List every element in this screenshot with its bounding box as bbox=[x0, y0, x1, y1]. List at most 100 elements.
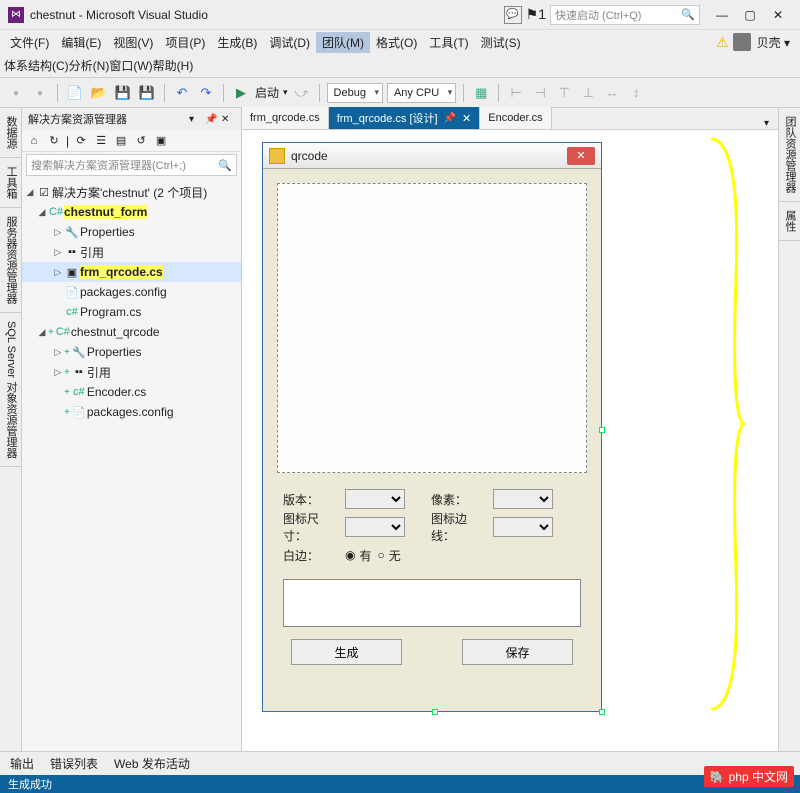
menu-window[interactable]: 窗口(W) bbox=[109, 57, 152, 74]
user-avatar-icon[interactable] bbox=[733, 33, 751, 51]
tree-packages-config-2[interactable]: +📄packages.config bbox=[22, 402, 241, 422]
collapse-icon[interactable]: ↻ bbox=[46, 133, 62, 149]
right-tab-properties[interactable]: 属性 bbox=[779, 202, 800, 241]
pin-icon[interactable]: 📌 bbox=[444, 113, 456, 124]
combo-iconsize[interactable] bbox=[345, 517, 405, 537]
config-dropdown[interactable]: Debug bbox=[327, 83, 383, 103]
resize-handle-right[interactable] bbox=[599, 427, 605, 433]
textbox-input[interactable] bbox=[283, 579, 581, 627]
bottom-tab-row: 输出 错误列表 Web 发布活动 bbox=[0, 751, 800, 775]
tab-frm-qrcode-design[interactable]: frm_qrcode.cs [设计]📌✕ bbox=[329, 107, 481, 129]
left-tab-datasource[interactable]: 数据源 bbox=[0, 108, 21, 158]
align-left-icon: ⊢ bbox=[506, 83, 526, 103]
left-tab-toolbox[interactable]: 工具箱 bbox=[0, 158, 21, 208]
solution-node[interactable]: ◢☑解决方案'chestnut' (2 个项目) bbox=[22, 182, 241, 202]
notification-icon[interactable]: 💬 bbox=[504, 6, 522, 24]
minimize-button[interactable]: — bbox=[708, 5, 736, 25]
tab-frm-qrcode-cs[interactable]: frm_qrcode.cs bbox=[242, 107, 329, 129]
combo-pixel[interactable] bbox=[493, 489, 553, 509]
resize-handle-bottom[interactable] bbox=[432, 709, 438, 715]
radio-no[interactable]: ○无 bbox=[378, 547, 401, 564]
menu-test[interactable]: 测试(S) bbox=[475, 32, 527, 53]
tree-packages-config-1[interactable]: 📄packages.config bbox=[22, 282, 241, 302]
layout-button[interactable]: ▦ bbox=[471, 83, 491, 103]
bottom-tab-errorlist[interactable]: 错误列表 bbox=[50, 755, 98, 772]
tree-references[interactable]: ▷▪▪引用 bbox=[22, 242, 241, 262]
combo-iconborder[interactable] bbox=[493, 517, 553, 537]
show-all-icon[interactable]: ☰ bbox=[93, 133, 109, 149]
left-tab-server-explorer[interactable]: 服务器资源管理器 bbox=[0, 208, 21, 313]
maximize-button[interactable]: ▢ bbox=[736, 5, 764, 25]
tab-encoder-cs[interactable]: Encoder.cs bbox=[480, 107, 551, 129]
nav-back-button[interactable]: ◦ bbox=[6, 83, 26, 103]
start-debug-button[interactable]: ▶ 启动 ▾ bbox=[231, 83, 288, 103]
project-chestnut-form[interactable]: ◢C#chestnut_form bbox=[22, 202, 241, 222]
pin-icon[interactable]: 📌 bbox=[205, 114, 219, 125]
menu-edit[interactable]: 编辑(E) bbox=[55, 32, 107, 53]
tree-references-2[interactable]: ▷+▪▪引用 bbox=[22, 362, 241, 382]
close-tab-icon[interactable]: ✕ bbox=[462, 112, 471, 125]
align-center-icon: ⊣ bbox=[530, 83, 550, 103]
panel-close-icon[interactable]: ✕ bbox=[221, 114, 235, 125]
flag-count: 1 bbox=[538, 6, 546, 22]
open-file-button[interactable]: 📂 bbox=[89, 83, 109, 103]
annotation-brace bbox=[706, 134, 746, 714]
right-tab-team-explorer[interactable]: 团队资源管理器 bbox=[779, 108, 800, 202]
menu-view[interactable]: 视图(V) bbox=[107, 32, 159, 53]
panel-options-icon[interactable]: ▾ bbox=[189, 114, 203, 125]
home-icon[interactable]: ⌂ bbox=[26, 133, 42, 149]
tree-encoder-cs[interactable]: +c#Encoder.cs bbox=[22, 382, 241, 402]
menu-build[interactable]: 生成(B) bbox=[211, 32, 263, 53]
launch-label: 启动 bbox=[255, 84, 279, 101]
tree-properties[interactable]: ▷🔧Properties bbox=[22, 222, 241, 242]
menu-tools[interactable]: 工具(T) bbox=[423, 32, 474, 53]
bottom-tab-webpublish[interactable]: Web 发布活动 bbox=[114, 755, 190, 772]
close-button[interactable]: ✕ bbox=[764, 5, 792, 25]
menu-debug[interactable]: 调试(D) bbox=[263, 32, 316, 53]
flag-icon[interactable]: ⚑1 bbox=[526, 6, 546, 23]
new-project-button[interactable]: 📄 bbox=[65, 83, 85, 103]
undo-button[interactable]: ↶ bbox=[172, 83, 192, 103]
nav-fwd-button[interactable]: ◦ bbox=[30, 83, 50, 103]
tree-properties-2[interactable]: ▷+🔧Properties bbox=[22, 342, 241, 362]
menu-architecture[interactable]: 体系结构(C) bbox=[4, 57, 69, 74]
resize-handle-corner[interactable] bbox=[599, 709, 605, 715]
properties-icon[interactable]: ▤ bbox=[113, 133, 129, 149]
form-designer-surface[interactable]: qrcode ✕ 版本： 像素： 图标尺寸： bbox=[242, 130, 778, 751]
menu-help[interactable]: 帮助(H) bbox=[153, 57, 194, 74]
menu-analyze[interactable]: 分析(N) bbox=[69, 57, 110, 74]
menu-file[interactable]: 文件(F) bbox=[4, 32, 55, 53]
menu-format[interactable]: 格式(O) bbox=[370, 32, 423, 53]
quick-launch-input[interactable]: 快速启动 (Ctrl+Q) 🔍 bbox=[550, 5, 700, 25]
tree-frm-qrcode[interactable]: ▷▣frm_qrcode.cs bbox=[22, 262, 241, 282]
sync-icon[interactable]: ⟳ bbox=[73, 133, 89, 149]
left-gutter: 数据源 工具箱 服务器资源管理器 SQL Server 对象资源管理器 bbox=[0, 108, 22, 751]
menu-team[interactable]: 团队(M) bbox=[316, 32, 370, 53]
user-menu[interactable]: 贝壳 ▾ bbox=[751, 32, 796, 53]
radio-yes[interactable]: ◉有 bbox=[345, 547, 372, 564]
warning-icon[interactable]: ⚠ bbox=[716, 34, 729, 51]
refresh-icon[interactable]: ↺ bbox=[133, 133, 149, 149]
label-iconsize: 图标尺寸： bbox=[283, 510, 339, 544]
align-top-icon: ⊥ bbox=[578, 83, 598, 103]
save-button[interactable]: 💾 bbox=[113, 83, 133, 103]
tab-overflow-icon[interactable]: ▾ bbox=[764, 118, 778, 129]
generate-button[interactable]: 生成 bbox=[291, 639, 402, 665]
platform-dropdown[interactable]: Any CPU bbox=[387, 83, 456, 103]
redo-button[interactable]: ↷ bbox=[196, 83, 216, 103]
form-close-button[interactable]: ✕ bbox=[567, 147, 595, 165]
picturebox-control[interactable] bbox=[277, 183, 587, 473]
project-chestnut-qrcode[interactable]: ◢+C#chestnut_qrcode bbox=[22, 322, 241, 342]
designed-form[interactable]: qrcode ✕ 版本： 像素： 图标尺寸： bbox=[262, 142, 602, 712]
label-version: 版本： bbox=[283, 491, 339, 508]
solution-search-input[interactable]: 搜索解决方案资源管理器(Ctrl+;) 🔍 bbox=[26, 154, 237, 176]
save-all-button[interactable]: 💾 bbox=[137, 83, 157, 103]
combo-version[interactable] bbox=[345, 489, 405, 509]
menu-project[interactable]: 项目(P) bbox=[159, 32, 211, 53]
label-margin: 白边： bbox=[283, 547, 339, 564]
bottom-tab-output[interactable]: 输出 bbox=[10, 755, 34, 772]
tree-program-cs[interactable]: c#Program.cs bbox=[22, 302, 241, 322]
preview-icon[interactable]: ▣ bbox=[153, 133, 169, 149]
save-button[interactable]: 保存 bbox=[462, 639, 573, 665]
left-tab-sql-explorer[interactable]: SQL Server 对象资源管理器 bbox=[0, 313, 21, 467]
